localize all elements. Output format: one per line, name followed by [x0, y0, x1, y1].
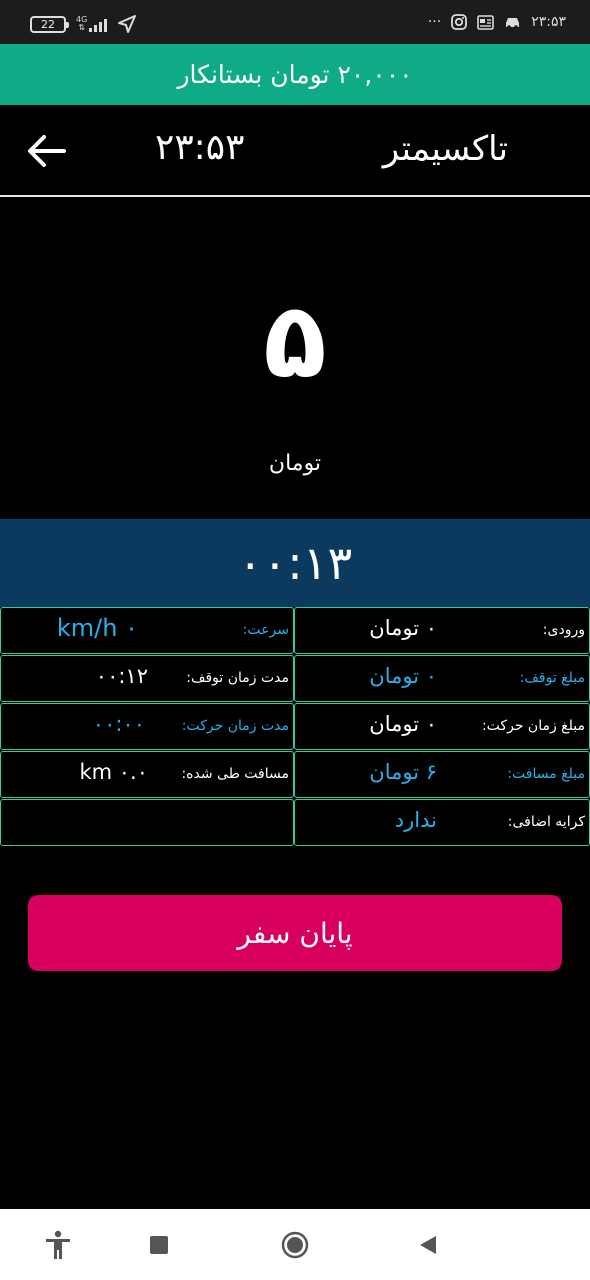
fare-amount: ۵ [263, 279, 327, 401]
empty-cell [0, 799, 294, 846]
distance-value: ۰.۰ km [79, 760, 148, 784]
move-cost-cell: مبلغ زمان حرکت: ۰ تومان [294, 703, 590, 750]
entry-value: ۰ تومان [369, 616, 437, 640]
accessibility-icon [46, 1230, 70, 1259]
fare-currency: تومان [268, 451, 322, 476]
credit-banner: ۲۰,۰۰۰ تومان بستانکار [0, 44, 590, 105]
stop-cost-label: مبلغ توقف: [519, 670, 585, 686]
details-row-4: مسافت طی شده: ۰.۰ km مبلغ مسافت: ۶ تومان [0, 751, 590, 798]
move-cost-value: ۰ تومان [369, 712, 437, 736]
home-button[interactable] [279, 1229, 311, 1261]
stop-cost-cell: مبلغ توقف: ۰ تومان [294, 655, 590, 702]
details-row-5: کرایه اضافی: ندارد [0, 799, 590, 846]
speed-value: ۰ km/h [56, 614, 138, 642]
extra-fare-value: ندارد [394, 808, 437, 832]
move-time-cell: مدت زمان حرکت: ۰۰:۰۰ [0, 703, 294, 750]
status-bar: 22 4G ⇅ ··· ۲۳:۵۳ [0, 0, 590, 44]
trip-timer: ۰۰:۱۳ [0, 519, 590, 607]
back-triangle-icon [420, 1236, 436, 1254]
accessibility-button[interactable] [42, 1229, 74, 1261]
app-header: ۲۳:۵۳ تاکسیمتر [0, 105, 590, 197]
distance-cost-value: ۶ تومان [369, 760, 437, 784]
stop-time-label: مدت زمان توقف: [186, 670, 289, 686]
status-time: ۲۳:۵۳ [531, 14, 566, 30]
details-row-2: مدت زمان توقف: ۰۰:۱۲ مبلغ توقف: ۰ تومان [0, 655, 590, 702]
status-left: 22 4G ⇅ [30, 14, 137, 34]
distance-cell: مسافت طی شده: ۰.۰ km [0, 751, 294, 798]
back-button[interactable] [24, 129, 68, 173]
status-right: ··· ۲۳:۵۳ [428, 14, 566, 30]
system-nav-bar [0, 1209, 590, 1280]
recents-button[interactable] [143, 1229, 175, 1261]
trip-details-grid: سرعت: ۰ km/h ورودی: ۰ تومان مدت زمان توق… [0, 607, 590, 847]
instagram-icon [451, 14, 468, 30]
move-cost-label: مبلغ زمان حرکت: [481, 718, 585, 734]
fare-display: ۵ تومان [0, 199, 590, 519]
entry-cell: ورودی: ۰ تومان [294, 607, 590, 654]
stop-time-value: ۰۰:۱۲ [95, 664, 148, 688]
extra-fare-label: کرایه اضافی: [507, 814, 585, 830]
move-time-value: ۰۰:۰۰ [92, 712, 145, 736]
recents-square-icon [150, 1236, 168, 1254]
header-clock: ۲۳:۵۳ [155, 127, 245, 168]
page-title: تاکسیمتر [382, 129, 508, 169]
extra-fare-cell: کرایه اضافی: ندارد [294, 799, 590, 846]
battery-icon: 22 [30, 15, 69, 33]
location-arrow-icon [118, 15, 137, 33]
home-circle-icon [281, 1231, 309, 1259]
distance-label: مسافت طی شده: [181, 766, 289, 782]
end-trip-button[interactable]: پایان سفر [28, 895, 562, 971]
signal-icon: 4G ⇅ [76, 16, 108, 32]
distance-cost-cell: مبلغ مسافت: ۶ تومان [294, 751, 590, 798]
news-icon [477, 14, 495, 30]
details-row-1: سرعت: ۰ km/h ورودی: ۰ تومان [0, 607, 590, 654]
move-time-label: مدت زمان حرکت: [181, 718, 289, 734]
entry-label: ورودی: [542, 622, 585, 638]
stop-cost-value: ۰ تومان [369, 664, 437, 688]
nav-back-button[interactable] [412, 1229, 444, 1261]
taxi-icon [506, 17, 520, 29]
details-row-3: مدت زمان حرکت: ۰۰:۰۰ مبلغ زمان حرکت: ۰ ت… [0, 703, 590, 750]
arrow-left-icon [28, 135, 66, 167]
distance-cost-label: مبلغ مسافت: [507, 766, 585, 782]
stop-time-cell: مدت زمان توقف: ۰۰:۱۲ [0, 655, 294, 702]
speed-label: سرعت: [242, 622, 289, 638]
speed-cell: سرعت: ۰ km/h [0, 607, 294, 654]
more-dots-icon: ··· [427, 14, 442, 30]
